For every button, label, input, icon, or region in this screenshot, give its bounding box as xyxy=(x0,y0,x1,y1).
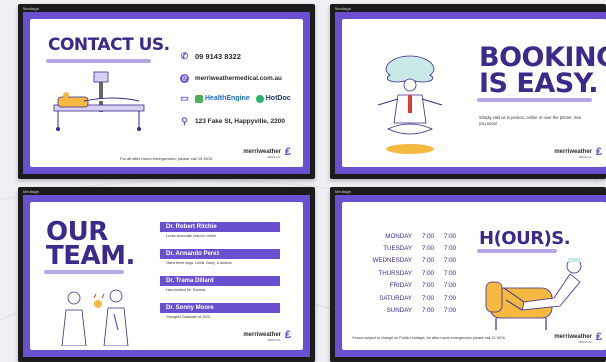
hotdoc-label: HotDoc xyxy=(265,95,291,102)
screen-brand-tag: Medisign xyxy=(335,6,352,11)
doctor-card: Dr. Sonny Moore Youngest Graduate of 202… xyxy=(160,303,280,321)
location-pin-icon: ⚲ xyxy=(181,116,188,126)
title-highlight xyxy=(46,59,151,63)
hours-row: THURSDAY 7:00 7:00 xyxy=(378,269,456,277)
phone-number: 09 9143 8322 xyxy=(195,52,241,61)
healthengine-label: HealthEngine xyxy=(205,95,250,102)
logo-mark-icon: ₤ xyxy=(595,331,602,343)
brand-logo: merriweather MEDICAL ₤ xyxy=(243,329,291,342)
healthengine-badge[interactable]: HealthEngine xyxy=(195,94,250,103)
title-highlight xyxy=(477,98,592,102)
doctor-card: Dr. Robert Ritchie Loves chocolate chip … xyxy=(160,222,280,240)
emergency-footnote: For all after-hours emergencies, please … xyxy=(120,156,214,161)
brand-logo: merriweather MEDICAL ₤ xyxy=(554,146,602,159)
website-row: @ merriweathermedical.com.au xyxy=(180,74,282,83)
logo-mark-icon: ₤ xyxy=(595,146,602,158)
healthengine-logo-icon xyxy=(195,94,203,103)
partners-row: ▭ HealthEngine HotDoc xyxy=(180,93,291,103)
hours-table: MONDAY 7:00 7:00 TUESDAY 7:00 7:00 WEDNESDAY… xyxy=(362,230,456,317)
doctor-desc: Has climbed Mt. Everest. xyxy=(166,288,206,292)
armchair-doctor-illustration xyxy=(485,258,582,330)
doctor-card: Dr. Armando Perez Owns three dogs, Lewis… xyxy=(160,249,280,267)
slide-team: OUR TEAM. Dr. Robert Ritchie Loves choco… xyxy=(30,202,303,350)
doctor-name: Dr. Sonny Moore xyxy=(160,303,280,313)
hotdoc-badge[interactable]: HotDoc xyxy=(255,94,291,103)
doctor-name: Dr. Robert Ritchie xyxy=(160,222,280,232)
logo-mark-icon: ₤ xyxy=(284,329,291,341)
logo-mark-icon: ₤ xyxy=(284,146,291,158)
screen-contact: Medisign CONTACT US. ✆ 09 9143 8322 @ me… xyxy=(18,4,315,179)
laptop-icon: ▭ xyxy=(180,93,189,103)
address-row: ⚲ 123 Fake St, Happyville, 2200 xyxy=(180,116,285,126)
meditating-doctor-illustration xyxy=(377,55,443,154)
hospital-bed-illustration xyxy=(53,71,145,131)
address-text: 123 Fake St, Happyville, 2200 xyxy=(195,118,285,125)
screen-hours: Medisign MONDAY 7:00 7:00 TUESDAY 7:00 7:00 … xyxy=(330,187,606,362)
phone-icon: ✆ xyxy=(180,51,189,61)
website-link[interactable]: merriweathermedical.com.au xyxy=(195,75,282,82)
booking-title-line1: BOOKING xyxy=(479,42,606,73)
screen-brand-tag: Medisign xyxy=(335,189,352,194)
booking-text: Simply visit us in person, online or ove… xyxy=(479,115,582,127)
hotdoc-logo-icon xyxy=(255,94,264,103)
title-highlight xyxy=(44,270,124,274)
doctor-desc: Loves chocolate chip ice cream. xyxy=(166,234,218,238)
screen-brand-tag: Medisign xyxy=(23,189,40,194)
doctor-card: Dr. Trama Dillard Has climbed Mt. Everes… xyxy=(160,276,280,294)
hours-row: MONDAY 7:00 7:00 xyxy=(385,232,456,240)
slide-frame: BOOKING IS EASY. Simply visit us in pers… xyxy=(335,12,606,174)
screen-team: Medisign OUR TEAM. Dr. Robert Ritchie Lo… xyxy=(18,187,315,362)
hours-row: SATURDAY 7:00 7:00 xyxy=(379,294,456,302)
hours-row: WEDNESDAY 7:00 7:00 xyxy=(372,257,456,265)
phone-row: ✆ 09 9143 8322 xyxy=(180,51,241,61)
globe-icon: @ xyxy=(180,74,189,83)
doctor-name: Dr. Trama Dillard xyxy=(160,276,280,286)
slide-booking: BOOKING IS EASY. Simply visit us in pers… xyxy=(342,19,606,167)
doctors-illustration xyxy=(61,289,129,346)
brand-logo: merriweather MEDICAL ₤ xyxy=(554,331,602,344)
slide-hours: MONDAY 7:00 7:00 TUESDAY 7:00 7:00 WEDNESDAY… xyxy=(342,202,606,350)
screen-booking: Medisign BOOKING IS EASY. Simply visit u… xyxy=(330,4,606,179)
hours-footnote: *Hours subject to change on Public Holid… xyxy=(352,336,507,340)
brand-logo: merriweather MEDICAL ₤ xyxy=(243,146,291,159)
doctor-desc: Youngest Graduate of 2020. xyxy=(166,315,211,319)
slide-contact: CONTACT US. ✆ 09 9143 8322 @ merriweathe… xyxy=(30,19,303,167)
doctor-desc: Owns three dogs, Lewis, Barry, & Andrea. xyxy=(166,261,233,265)
booking-title-line2: IS EASY. xyxy=(479,68,599,99)
slide-frame: OUR TEAM. Dr. Robert Ritchie Loves choco… xyxy=(23,195,310,357)
hours-row: FRIDAY 7:00 7:00 xyxy=(389,282,456,290)
screen-brand-tag: Medisign xyxy=(23,6,40,11)
slide-frame: MONDAY 7:00 7:00 TUESDAY 7:00 7:00 WEDNESDAY… xyxy=(335,195,606,357)
hours-row: TUESDAY 7:00 7:00 xyxy=(383,245,456,253)
hours-row: SUNDAY 7:00 7:00 xyxy=(386,307,456,315)
contact-title: CONTACT US. xyxy=(48,35,170,55)
slide-frame: CONTACT US. ✆ 09 9143 8322 @ merriweathe… xyxy=(23,12,310,174)
hours-title: H(OUR)S. xyxy=(479,228,571,249)
doctor-name: Dr. Armando Perez xyxy=(160,249,280,259)
team-title-line2: TEAM. xyxy=(46,241,135,271)
